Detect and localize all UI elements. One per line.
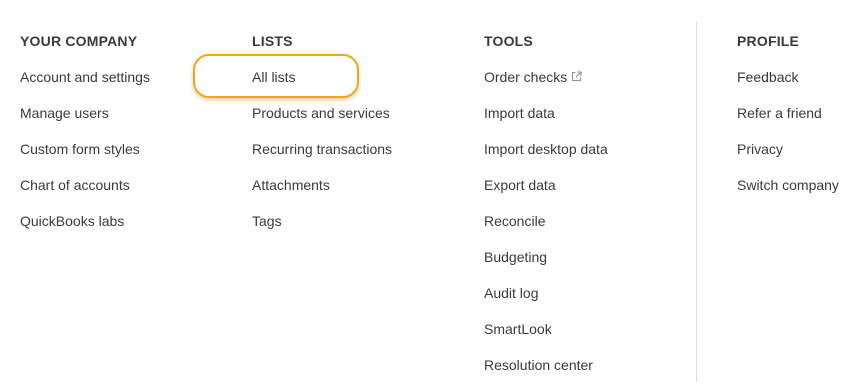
menu-item-custom-form-styles[interactable]: Custom form styles bbox=[20, 140, 150, 158]
settings-menu: YOUR COMPANY Account and settings Manage… bbox=[0, 0, 854, 382]
menu-item-feedback[interactable]: Feedback bbox=[737, 68, 839, 86]
lists-heading: LISTS bbox=[252, 33, 293, 49]
tools-heading: TOOLS bbox=[484, 33, 533, 49]
menu-item-order-checks[interactable]: Order checks bbox=[484, 68, 608, 86]
company-heading: YOUR COMPANY bbox=[20, 33, 138, 49]
menu-item-attachments[interactable]: Attachments bbox=[252, 176, 392, 194]
menu-item-all-lists[interactable]: All lists bbox=[252, 68, 392, 86]
menu-item-order-checks-label: Order checks bbox=[484, 69, 568, 85]
menu-item-products-and-services[interactable]: Products and services bbox=[252, 104, 392, 122]
tools-column: TOOLS Order checks Import data Import de… bbox=[484, 32, 608, 392]
menu-item-import-data[interactable]: Import data bbox=[484, 104, 608, 122]
profile-heading: PROFILE bbox=[737, 33, 800, 49]
column-divider bbox=[696, 22, 697, 382]
menu-item-chart-of-accounts[interactable]: Chart of accounts bbox=[20, 176, 150, 194]
menu-item-manage-users[interactable]: Manage users bbox=[20, 104, 150, 122]
menu-item-quickbooks-labs[interactable]: QuickBooks labs bbox=[20, 212, 150, 230]
menu-item-reconcile[interactable]: Reconcile bbox=[484, 212, 608, 230]
profile-column: PROFILE Feedback Refer a friend Privacy … bbox=[737, 32, 839, 212]
menu-item-switch-company[interactable]: Switch company bbox=[737, 176, 839, 194]
menu-item-account-and-settings[interactable]: Account and settings bbox=[20, 68, 150, 86]
external-link-icon bbox=[571, 68, 582, 86]
company-column: YOUR COMPANY Account and settings Manage… bbox=[20, 32, 150, 248]
menu-item-export-data[interactable]: Export data bbox=[484, 176, 608, 194]
menu-item-import-desktop-data[interactable]: Import desktop data bbox=[484, 140, 608, 158]
menu-item-refer-a-friend[interactable]: Refer a friend bbox=[737, 104, 839, 122]
menu-item-audit-log[interactable]: Audit log bbox=[484, 284, 608, 302]
lists-column: LISTS All lists Products and services Re… bbox=[252, 32, 392, 248]
menu-item-privacy[interactable]: Privacy bbox=[737, 140, 839, 158]
menu-item-budgeting[interactable]: Budgeting bbox=[484, 248, 608, 266]
menu-item-tags[interactable]: Tags bbox=[252, 212, 392, 230]
menu-item-resolution-center[interactable]: Resolution center bbox=[484, 356, 608, 374]
menu-item-recurring-transactions[interactable]: Recurring transactions bbox=[252, 140, 392, 158]
menu-item-smartlook[interactable]: SmartLook bbox=[484, 320, 608, 338]
